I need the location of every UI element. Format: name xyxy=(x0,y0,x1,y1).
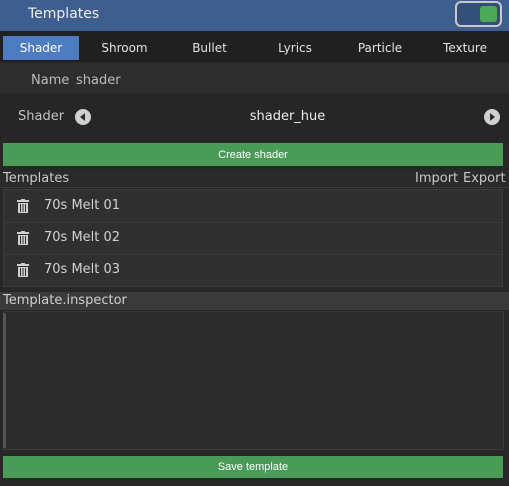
shader-value: shader_hue xyxy=(249,109,326,124)
export-button[interactable]: Export xyxy=(463,171,506,186)
tab-bullet[interactable]: Bullet xyxy=(172,36,247,60)
inspector-title: Template.inspector xyxy=(3,293,127,308)
tab-lyrics[interactable]: Lyrics xyxy=(257,36,333,60)
create-shader-button[interactable]: Create shader xyxy=(3,143,503,166)
trash-icon[interactable] xyxy=(17,198,29,213)
template-name: 70s Melt 03 xyxy=(44,262,121,277)
name-label: Name xyxy=(31,73,70,88)
window-title: Templates xyxy=(28,6,100,22)
inspector-panel xyxy=(3,311,504,450)
arrow-right-circle-icon[interactable] xyxy=(484,109,500,125)
enable-toggle[interactable] xyxy=(455,1,502,27)
template-name: 70s Melt 02 xyxy=(44,230,121,245)
tab-particle[interactable]: Particle xyxy=(342,36,418,60)
template-name: 70s Melt 01 xyxy=(44,198,121,213)
tab-shroom[interactable]: Shroom xyxy=(87,36,162,60)
tab-bar: Shader Shroom Bullet Lyrics Particle Tex… xyxy=(0,31,509,62)
list-item[interactable]: 70s Melt 01 xyxy=(4,190,502,223)
template-list: 70s Melt 01 70s Melt 02 70s Melt 03 xyxy=(3,189,503,287)
tab-shader[interactable]: Shader xyxy=(3,36,79,60)
save-template-button[interactable]: Save template xyxy=(3,456,503,478)
trash-icon[interactable] xyxy=(17,262,29,277)
import-button[interactable]: Import xyxy=(415,171,458,186)
templates-title: Templates xyxy=(3,171,70,186)
toggle-knob xyxy=(480,6,497,22)
tab-texture[interactable]: Texture xyxy=(427,36,503,60)
name-input[interactable]: shader xyxy=(76,73,121,88)
list-item[interactable]: 70s Melt 02 xyxy=(4,222,502,255)
inspector-scrollbar[interactable] xyxy=(3,313,6,448)
trash-icon[interactable] xyxy=(17,230,29,245)
list-item[interactable]: 70s Melt 03 xyxy=(4,254,502,286)
